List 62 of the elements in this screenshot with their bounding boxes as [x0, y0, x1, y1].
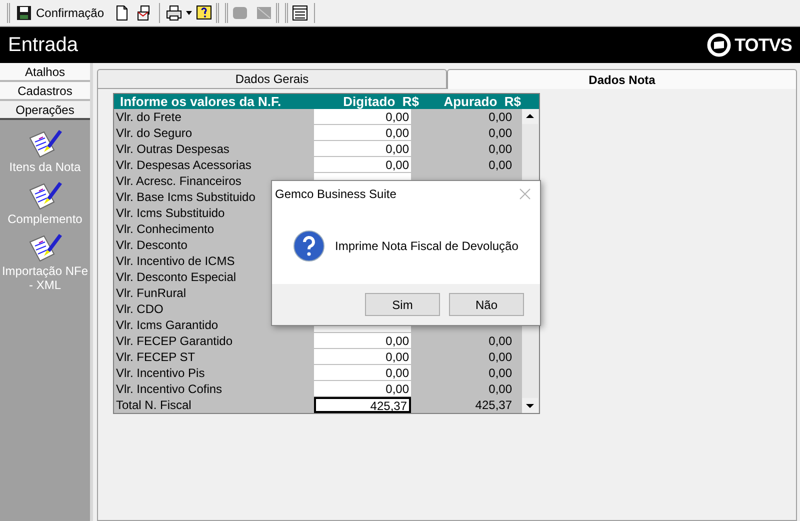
row-label: Vlr. FunRural — [116, 286, 186, 300]
document-pen-icon — [27, 128, 63, 160]
row-label: Vlr. Incentivo Pis — [116, 366, 205, 380]
row-label: Vlr. Outras Despesas — [116, 142, 230, 156]
dialog-title: Gemco Business Suite — [275, 186, 396, 203]
row-label: Vlr. FECEP Garantido — [116, 334, 232, 348]
sidebar-tab[interactable]: Cadastros — [0, 82, 90, 101]
value-field[interactable]: 0,00 — [314, 141, 411, 157]
column-header: Apurado R$ — [442, 94, 521, 109]
table-cell-text: 425,37 — [474, 397, 513, 413]
row-label: Total N. Fiscal — [115, 397, 192, 413]
row-label: Vlr. Desconto — [116, 238, 188, 252]
value-field[interactable]: 0,00 — [314, 109, 411, 125]
row-label: Vlr. Despesas Acessorias — [116, 158, 252, 172]
table-cell-text: 0,00 — [488, 157, 513, 173]
row-label: Vlr. CDO — [116, 302, 164, 316]
table-cell-text: 0,00 — [488, 349, 513, 365]
scroll-down-icon[interactable] — [522, 398, 538, 413]
value-field[interactable]: 0,00 — [314, 125, 411, 141]
table-cell-text: 0,00 — [488, 333, 513, 349]
value-field[interactable]: 0,00 — [314, 333, 411, 349]
tab[interactable]: Dados Nota — [447, 69, 797, 89]
printer-icon[interactable] — [165, 4, 184, 22]
row-label: Vlr. Base Icms Substituido — [116, 190, 256, 204]
table-cell-text: 0,00 — [488, 381, 513, 397]
column-header: Digitado R$ — [342, 94, 419, 109]
table-cell-text: 0,00 — [488, 365, 513, 381]
tab[interactable]: Dados Gerais — [97, 69, 447, 89]
page-title: Entrada — [8, 33, 78, 58]
table-cell-text: 0,00 — [488, 141, 513, 157]
column-header: Informe os valores da N.F. — [119, 94, 282, 109]
row-label: Vlr. do Frete — [116, 110, 182, 124]
value-field[interactable]: 0,00 — [314, 365, 411, 381]
dialog-button[interactable]: Sim — [365, 293, 440, 316]
table-cell-text: 0,00 — [488, 109, 513, 125]
dialog-message: Imprime Nota Fiscal de Devolução — [335, 238, 518, 254]
dialog-button[interactable]: Não — [449, 293, 524, 316]
save-button[interactable]: Confirmação — [13, 4, 108, 22]
row-label: Vlr. Conhecimento — [116, 222, 214, 236]
value-field[interactable]: 425,37 — [314, 397, 411, 413]
sidebar-tab[interactable]: Atalhos — [0, 63, 90, 82]
table-cell-text: 0,00 — [488, 125, 513, 141]
row-label: Vlr. Incentivo Cofins — [116, 382, 222, 396]
value-field[interactable]: 0,00 — [314, 381, 411, 397]
value-field[interactable]: 0,00 — [314, 157, 411, 173]
row-label: Vlr. Acresc. Financeiros — [116, 174, 242, 188]
row-label: Vlr. Desconto Especial — [116, 270, 236, 284]
calendar-icon[interactable] — [291, 4, 310, 22]
row-label: Vlr. Icms Substituido — [116, 206, 225, 220]
scroll-up-icon[interactable] — [522, 109, 538, 124]
row-label: Vlr. Icms Garantido — [116, 318, 218, 332]
question-icon — [293, 230, 325, 262]
row-label: Vlr. FECEP ST — [116, 350, 196, 364]
document-pen-icon — [27, 232, 63, 264]
dropdown-caret-icon[interactable] — [186, 10, 192, 16]
logo-text: TOTVS — [734, 34, 792, 56]
help-icon[interactable] — [195, 4, 214, 22]
row-label: Vlr. do Seguro — [116, 126, 192, 140]
value-field[interactable]: 0,00 — [314, 349, 411, 365]
document-pen-icon — [27, 180, 63, 212]
row-label: Vlr. Incentivo de ICMS — [116, 254, 235, 268]
logo-icon — [706, 33, 731, 57]
